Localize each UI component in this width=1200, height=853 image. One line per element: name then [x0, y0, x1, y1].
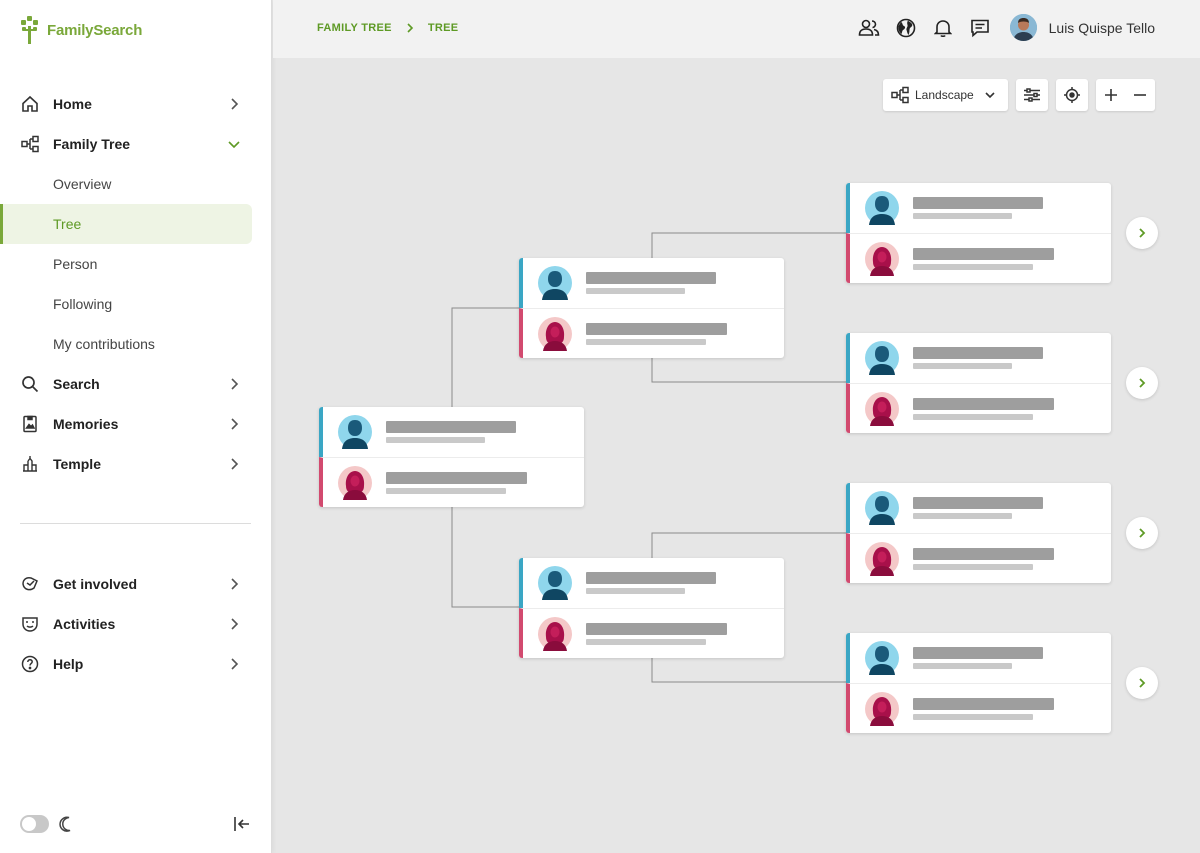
- father-person-row[interactable]: [846, 483, 1111, 533]
- father-person-row[interactable]: [519, 258, 784, 308]
- father-person-row[interactable]: [846, 333, 1111, 383]
- name-placeholder: [386, 421, 516, 433]
- male-avatar-icon: [865, 341, 899, 375]
- dates-placeholder: [913, 264, 1033, 270]
- couple-card: [846, 633, 1111, 733]
- dates-placeholder: [386, 437, 485, 443]
- chevron-right-icon: [1139, 378, 1146, 388]
- dates-placeholder: [586, 588, 685, 594]
- male-avatar-icon: [865, 641, 899, 675]
- father-person-row[interactable]: [846, 633, 1111, 683]
- chevron-right-icon: [1139, 678, 1146, 688]
- dates-placeholder: [386, 488, 506, 494]
- female-avatar-icon: [865, 242, 899, 276]
- dates-placeholder: [913, 714, 1033, 720]
- dates-placeholder: [913, 213, 1012, 219]
- dates-placeholder: [586, 639, 706, 645]
- male-avatar-icon: [338, 415, 372, 449]
- mother-person-row[interactable]: [846, 233, 1111, 283]
- male-avatar-icon: [538, 266, 572, 300]
- couple-card: [846, 183, 1111, 283]
- female-avatar-icon: [538, 317, 572, 351]
- father-person-row[interactable]: [846, 183, 1111, 233]
- mother-person-row[interactable]: [319, 457, 584, 507]
- dates-placeholder: [913, 513, 1012, 519]
- mother-person-row[interactable]: [846, 383, 1111, 433]
- chevron-right-icon: [1139, 228, 1146, 238]
- dates-placeholder: [913, 414, 1033, 420]
- name-placeholder: [586, 572, 716, 584]
- name-placeholder: [913, 398, 1054, 410]
- father-person-row[interactable]: [319, 407, 584, 457]
- name-placeholder: [386, 472, 527, 484]
- male-avatar-icon: [865, 491, 899, 525]
- couple-card: [846, 333, 1111, 433]
- dates-placeholder: [913, 663, 1012, 669]
- mother-person-row[interactable]: [519, 308, 784, 358]
- name-placeholder: [913, 197, 1043, 209]
- name-placeholder: [586, 323, 727, 335]
- couple-card: [846, 483, 1111, 583]
- expand-ancestors-button[interactable]: [1126, 667, 1158, 699]
- name-placeholder: [913, 548, 1054, 560]
- dates-placeholder: [586, 339, 706, 345]
- name-placeholder: [913, 497, 1043, 509]
- female-avatar-icon: [338, 466, 372, 500]
- female-avatar-icon: [865, 392, 899, 426]
- dates-placeholder: [913, 564, 1033, 570]
- chevron-right-icon: [1139, 528, 1146, 538]
- female-avatar-icon: [538, 617, 572, 651]
- male-avatar-icon: [865, 191, 899, 225]
- couple-card: [319, 407, 584, 507]
- name-placeholder: [913, 248, 1054, 260]
- couple-card: [519, 558, 784, 658]
- name-placeholder: [913, 698, 1054, 710]
- expand-ancestors-button[interactable]: [1126, 217, 1158, 249]
- female-avatar-icon: [865, 542, 899, 576]
- male-avatar-icon: [538, 566, 572, 600]
- mother-person-row[interactable]: [519, 608, 784, 658]
- name-placeholder: [586, 623, 727, 635]
- expand-ancestors-button[interactable]: [1126, 517, 1158, 549]
- name-placeholder: [586, 272, 716, 284]
- female-avatar-icon: [865, 692, 899, 726]
- dates-placeholder: [913, 363, 1012, 369]
- name-placeholder: [913, 647, 1043, 659]
- name-placeholder: [913, 347, 1043, 359]
- father-person-row[interactable]: [519, 558, 784, 608]
- mother-person-row[interactable]: [846, 533, 1111, 583]
- couple-card: [519, 258, 784, 358]
- mother-person-row[interactable]: [846, 683, 1111, 733]
- expand-ancestors-button[interactable]: [1126, 367, 1158, 399]
- dates-placeholder: [586, 288, 685, 294]
